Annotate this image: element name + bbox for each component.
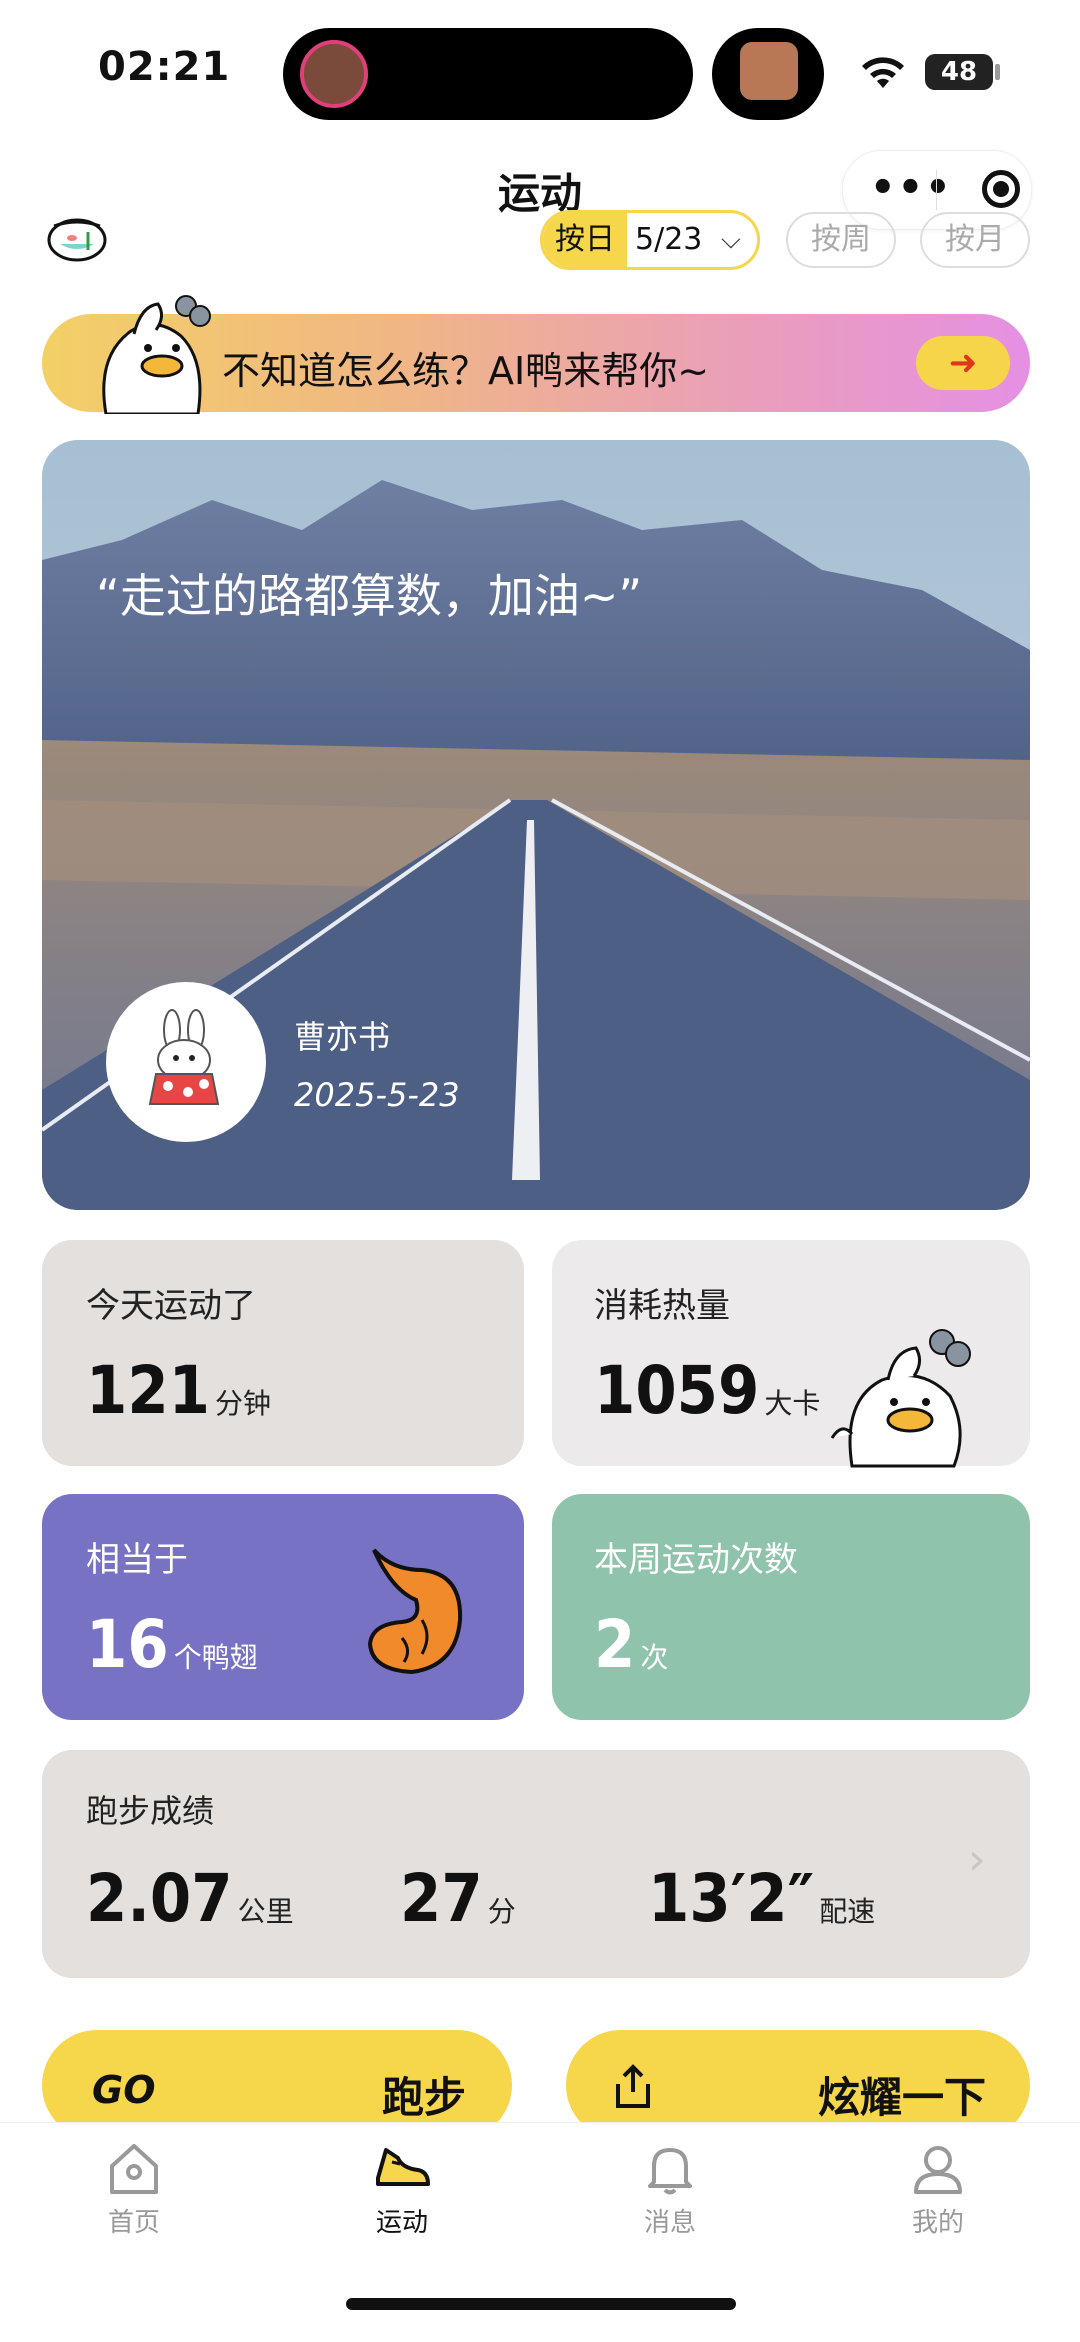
tab-home-label: 首页 bbox=[107, 2208, 160, 2238]
island-avatar bbox=[300, 40, 368, 108]
duck-thumbs-up-icon bbox=[830, 1329, 971, 1468]
status-time: 02:21 bbox=[98, 44, 231, 90]
running-duration-unit: 分 bbox=[487, 1895, 516, 1928]
calories-unit: 大卡 bbox=[764, 1387, 821, 1420]
running-pace-unit: 配速 bbox=[819, 1895, 876, 1928]
filter-by-day[interactable]: 按日 5/23 ⌵ bbox=[540, 210, 760, 270]
duck-wing-icon bbox=[367, 1548, 463, 1675]
capsule-divider bbox=[936, 170, 937, 210]
today-exercise-unit: 分钟 bbox=[215, 1387, 272, 1420]
running-duration-group: 27 分 bbox=[400, 1860, 516, 1937]
user-icon bbox=[914, 2146, 962, 2194]
today-exercise-label: 今天运动了 bbox=[86, 1286, 256, 1326]
running-results-card[interactable]: 跑步成绩 2.07 公里 27 分 13′2″ 配速 bbox=[42, 1750, 1030, 1978]
hero-date: 2025-5-23 bbox=[294, 1076, 460, 1114]
running-distance-group: 2.07 公里 bbox=[86, 1860, 294, 1937]
calories-label: 消耗热量 bbox=[594, 1286, 730, 1326]
calories-value-group: 1059 大卡 bbox=[594, 1352, 820, 1429]
more-dots-icon[interactable]: ••• bbox=[870, 165, 953, 211]
tab-home[interactable]: 首页 bbox=[74, 2138, 194, 2239]
equivalent-unit: 个鸭翅 bbox=[173, 1641, 258, 1674]
equivalent-value: 16 bbox=[86, 1606, 169, 1683]
today-exercise-value: 121 bbox=[86, 1352, 210, 1429]
equivalent-value-group: 16 个鸭翅 bbox=[86, 1606, 258, 1683]
run-button-label: 跑步 bbox=[382, 2073, 467, 2122]
arrow-right-icon: ➜ bbox=[948, 343, 978, 383]
running-distance-value: 2.07 bbox=[86, 1860, 233, 1937]
running-pace-value: 13′2″ bbox=[648, 1860, 815, 1937]
selected-date: 5/23 bbox=[635, 222, 703, 257]
home-icon bbox=[110, 2144, 158, 2194]
bell-icon bbox=[648, 2148, 692, 2195]
equivalent-label: 相当于 bbox=[86, 1540, 188, 1580]
go-logo-icon: GO bbox=[92, 2068, 156, 2112]
today-exercise-value-group: 121 分钟 bbox=[86, 1352, 271, 1429]
filter-by-week[interactable]: 按周 bbox=[786, 212, 896, 268]
tab-mine[interactable]: 我的 bbox=[878, 2138, 998, 2239]
running-pace-group: 13′2″ 配速 bbox=[648, 1860, 875, 1937]
running-results-label: 跑步成绩 bbox=[86, 1792, 215, 1830]
bunny-avatar-icon bbox=[148, 1009, 220, 1105]
battery-tip bbox=[995, 64, 1000, 80]
hero-quote: “走过的路都算数，加油~” bbox=[96, 569, 643, 623]
tab-messages-label: 消息 bbox=[643, 2208, 696, 2238]
fishbowl-icon[interactable] bbox=[46, 210, 108, 262]
tab-mine-label: 我的 bbox=[911, 2208, 964, 2238]
ai-banner-text: 不知道怎么练？AI鸭来帮你~ bbox=[222, 349, 710, 393]
tab-sport[interactable]: 运动 bbox=[342, 2138, 462, 2239]
share-button-label: 炫耀一下 bbox=[818, 2073, 987, 2122]
user-name: 曹亦书 bbox=[294, 1018, 391, 1056]
target-icon-dot bbox=[993, 181, 1009, 197]
weekly-count-card[interactable]: 本周运动次数 2 次 bbox=[552, 1494, 1030, 1720]
weekly-count-label: 本周运动次数 bbox=[594, 1540, 798, 1580]
chevron-right-icon[interactable]: › bbox=[968, 1834, 986, 1885]
live-activity-avatar bbox=[740, 42, 798, 100]
duck-mascot-icon bbox=[102, 295, 211, 414]
chevron-down-icon: ⌵ bbox=[721, 225, 741, 255]
calories-value: 1059 bbox=[594, 1352, 760, 1429]
battery-indicator: 48 bbox=[925, 54, 993, 90]
sneaker-icon bbox=[376, 2148, 430, 2186]
weekly-count-value-group: 2 次 bbox=[594, 1606, 668, 1683]
by-day-label: 按日 bbox=[543, 213, 627, 267]
weekly-count-value: 2 bbox=[594, 1606, 636, 1683]
share-icon bbox=[616, 2064, 650, 2108]
running-distance-unit: 公里 bbox=[237, 1895, 294, 1928]
weekly-count-unit: 次 bbox=[640, 1641, 669, 1674]
tab-messages[interactable]: 消息 bbox=[610, 2138, 730, 2239]
running-duration-value: 27 bbox=[400, 1860, 483, 1937]
home-indicator bbox=[346, 2298, 736, 2310]
wifi-icon bbox=[862, 57, 904, 88]
today-exercise-card[interactable]: 今天运动了 121 分钟 bbox=[42, 1240, 524, 1466]
tab-sport-label: 运动 bbox=[375, 2208, 428, 2238]
filter-by-month[interactable]: 按月 bbox=[920, 212, 1030, 268]
